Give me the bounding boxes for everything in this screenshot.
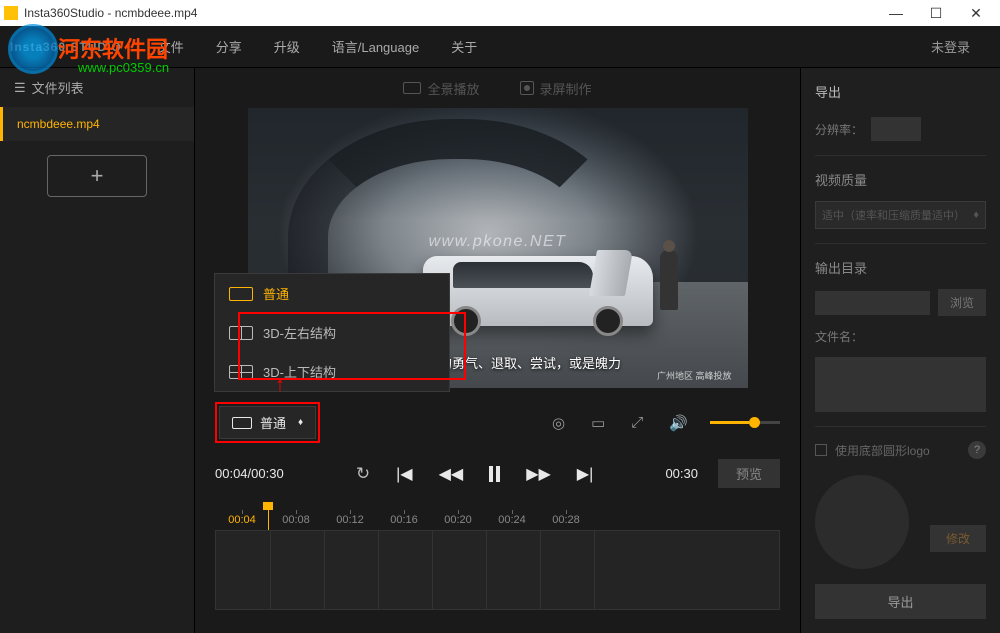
filename-label: 文件名： [815, 328, 863, 345]
tb-icon [229, 365, 253, 379]
export-panel: 导出 分辨率： 视频质量 适中（速率和压缩质量适中） ♦ 输出目录 浏览 文件名… [800, 68, 1000, 633]
app-logo: Insta360 STUDIO [10, 40, 122, 54]
login-status[interactable]: 未登录 [931, 37, 970, 56]
vr-icon[interactable]: ◎ [552, 414, 565, 432]
timeline-tick[interactable]: 00:08 [269, 514, 323, 526]
timeline-tick[interactable]: 00:04 [215, 514, 269, 526]
menu-language[interactable]: 语言/Language [332, 37, 419, 56]
video-subtitle-right: 广州地区 高峰投放 [657, 369, 732, 382]
rewind-button[interactable]: ◀◀ [439, 464, 464, 484]
output-dir-label: 输出目录 [815, 258, 986, 277]
view-mode-dropdown[interactable]: 普通 ♦ [219, 406, 316, 439]
lr-icon [229, 326, 253, 340]
panorama-play-button[interactable]: 全景播放 [403, 79, 479, 98]
help-icon[interactable]: ? [968, 441, 986, 459]
playback-controls: 00:04/00:30 ↻ |◀ ◀◀ ▶▶ ▶| 00:30 预览 [195, 449, 800, 498]
menu-about[interactable]: 关于 [451, 37, 477, 56]
controls-row-1: 普通 ♦ ◎ ▭ ⤢ 🔊 [195, 388, 800, 449]
main-area: 全景播放 录屏制作 www.pkone.NET 哪怕下一秒的勇气、退取、尝试，或… [195, 68, 800, 633]
preview-button[interactable]: 预览 [718, 459, 780, 488]
popup-item-3d-lr[interactable]: 3D-左右结构 [215, 313, 449, 352]
video-preview-area: www.pkone.NET 哪怕下一秒的勇气、退取、尝试，或是魄力 广州地区 高… [195, 108, 800, 388]
pause-button[interactable] [489, 466, 500, 482]
record-icon [520, 81, 534, 95]
logo-preview-circle [815, 475, 909, 569]
menu-file[interactable]: 文件 [158, 37, 184, 56]
timeline[interactable]: 00:04 00:08 00:12 00:16 00:20 00:24 00:2… [195, 498, 800, 620]
window-titlebar: Insta360Studio - ncmbdeee.mp4 — ☐ ✕ [0, 0, 1000, 26]
filelist-header: ☰ 文件列表 [0, 68, 194, 107]
timeline-tick[interactable]: 00:24 [485, 514, 539, 526]
normal-icon [229, 287, 253, 301]
volume-slider[interactable] [710, 421, 780, 424]
maximize-button[interactable]: ☐ [916, 0, 956, 26]
duration-display: 00:30 [665, 466, 698, 481]
mode-icon [232, 417, 252, 429]
loop-button[interactable]: ↻ [356, 464, 370, 484]
timeline-tick[interactable]: 00:20 [431, 514, 485, 526]
app-icon [4, 6, 18, 20]
next-frame-button[interactable]: ▶| [577, 464, 593, 484]
playhead[interactable] [263, 502, 273, 510]
timeline-tick[interactable]: 00:16 [377, 514, 431, 526]
filename-input[interactable] [815, 357, 986, 412]
timeline-track[interactable] [215, 530, 780, 610]
menu-share[interactable]: 分享 [216, 37, 242, 56]
popup-item-normal[interactable]: 普通 [215, 274, 449, 313]
panorama-icon [403, 82, 421, 94]
flat-view-icon[interactable]: ▭ [591, 414, 605, 432]
popup-item-3d-tb[interactable]: 3D-上下结构 [215, 352, 449, 391]
timeline-tick[interactable]: 00:28 [539, 514, 593, 526]
timeline-tick[interactable]: 00:12 [323, 514, 377, 526]
quality-select[interactable]: 适中（速率和压缩质量适中） ♦ [815, 201, 986, 229]
annotation-highlight-2: 普通 ♦ [215, 402, 320, 443]
modify-button[interactable]: 修改 [930, 525, 986, 552]
window-title: Insta360Studio - ncmbdeee.mp4 [24, 6, 197, 20]
resolution-input[interactable] [871, 117, 921, 141]
minimize-button[interactable]: — [876, 0, 916, 26]
checkbox-icon[interactable] [815, 444, 827, 456]
menu-upgrade[interactable]: 升级 [274, 37, 300, 56]
add-file-button[interactable]: + [47, 155, 147, 197]
browse-button[interactable]: 浏览 [938, 289, 986, 316]
menu-bar: Insta360 STUDIO 文件 分享 升级 语言/Language 关于 … [0, 26, 1000, 68]
chevron-updown-icon: ♦ [298, 417, 303, 428]
close-button[interactable]: ✕ [956, 0, 996, 26]
prev-frame-button[interactable]: |◀ [396, 464, 412, 484]
quality-label: 视频质量 [815, 170, 986, 189]
view-toolbar: 全景播放 录屏制作 [195, 68, 800, 108]
view-mode-popup: 普通 3D-左右结构 3D-上下结构 ↑ [214, 273, 450, 392]
fullscreen-icon[interactable]: ⤢ [631, 414, 643, 431]
volume-icon[interactable]: 🔊 [669, 414, 688, 432]
chevron-down-icon: ♦ [973, 209, 979, 221]
timeline-ruler[interactable]: 00:04 00:08 00:12 00:16 00:20 00:24 00:2… [215, 504, 780, 526]
forward-button[interactable]: ▶▶ [526, 464, 551, 484]
sidebar: ☰ 文件列表 ncmbdeee.mp4 + [0, 68, 195, 633]
screen-record-button[interactable]: 录屏制作 [520, 79, 592, 98]
export-title: 导出 [815, 82, 986, 101]
output-dir-input[interactable] [815, 291, 930, 315]
logo-checkbox-row[interactable]: 使用底部圆形logo ? [815, 441, 986, 459]
time-display: 00:04/00:30 [215, 466, 284, 481]
list-icon: ☰ [14, 80, 26, 96]
resolution-label: 分辨率： [815, 121, 863, 138]
export-button[interactable]: 导出 [815, 584, 986, 619]
video-watermark: www.pkone.NET [429, 233, 567, 251]
file-item[interactable]: ncmbdeee.mp4 [0, 107, 194, 141]
